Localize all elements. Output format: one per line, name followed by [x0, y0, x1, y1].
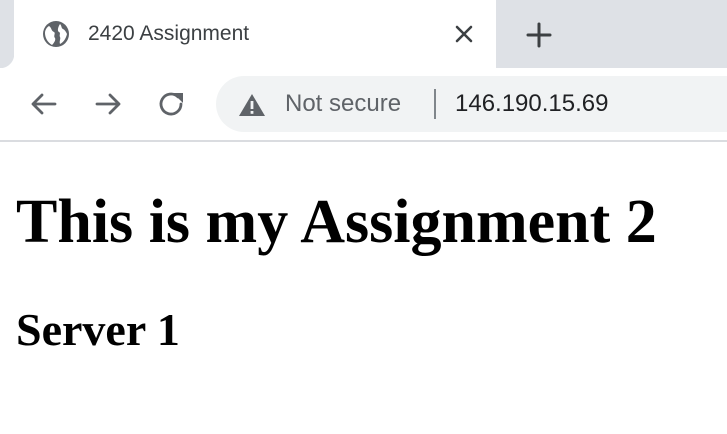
page-subheading: Server 1	[16, 304, 180, 355]
security-status-label[interactable]: Not secure	[285, 89, 401, 119]
page-heading: This is my Assignment 2	[16, 188, 657, 256]
forward-arrow-icon[interactable]	[92, 88, 124, 120]
page-content: This is my Assignment 2 Server 1	[0, 142, 727, 434]
address-bar[interactable]: Not secure 146.190.15.69	[216, 76, 727, 132]
warning-icon[interactable]	[238, 92, 266, 118]
reload-icon[interactable]	[156, 88, 188, 120]
tab-title: 2420 Assignment	[88, 22, 250, 45]
globe-icon	[42, 20, 70, 48]
plus-icon[interactable]	[524, 20, 554, 50]
tab-active[interactable]: 2420 Assignment	[0, 0, 496, 68]
tab-strip: 2420 Assignment	[0, 0, 727, 68]
tab-background	[14, 0, 496, 68]
omnibox-divider	[434, 89, 436, 119]
url-text[interactable]: 146.190.15.69	[455, 89, 608, 119]
back-arrow-icon[interactable]	[28, 88, 60, 120]
browser-toolbar: Not secure 146.190.15.69	[0, 68, 727, 142]
close-icon[interactable]	[451, 21, 477, 47]
